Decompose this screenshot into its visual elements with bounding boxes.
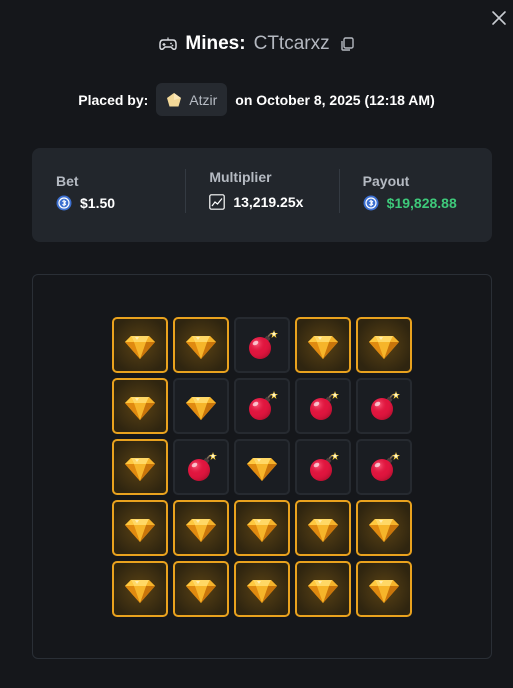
gem-icon [247,519,277,542]
tile-gem-selected [295,500,351,556]
tile-mine [295,378,351,434]
tile-mine [173,439,229,495]
tile-gem [234,439,290,495]
gem-icon [186,336,216,359]
mine-icon [310,391,339,420]
gem-icon [369,580,399,603]
tile-mine [234,378,290,434]
tile-gem-selected [173,317,229,373]
stat-payout: Payout $19,828.88 [338,169,492,221]
bet-stats-panel: Bet $1.50 Multiplier 13,219.25x Payout $… [32,148,492,242]
tile-gem-selected [356,561,412,617]
mines-board [32,274,492,659]
tile-gem-selected [112,378,168,434]
gamepad-icon [159,37,178,50]
close-icon[interactable] [491,10,507,26]
tile-gem-selected [112,561,168,617]
mine-icon [310,452,339,481]
multiplier-value: 13,219.25x [233,194,304,210]
gem-icon [247,580,277,603]
tile-gem-selected [173,561,229,617]
copy-icon[interactable] [340,37,354,51]
mines-grid [112,317,412,617]
mine-icon [249,330,278,359]
tile-gem-selected [295,317,351,373]
coin-icon [56,195,72,211]
user-chip[interactable]: Atzir [156,83,228,116]
tile-gem-selected [234,561,290,617]
tile-gem-selected [112,439,168,495]
gem-icon [186,519,216,542]
gem-icon [308,519,338,542]
modal-title: Mines: CTtcarxz [0,33,513,55]
mine-icon [249,391,278,420]
placed-by-row: Placed by: Atzir on October 8, 2025 (12:… [0,83,513,116]
pentagon-rank-icon [167,92,182,106]
gem-icon [186,397,216,420]
placed-date: on October 8, 2025 (12:18 AM) [235,91,435,108]
gem-icon [186,580,216,603]
bet-label: Bet [56,173,79,189]
tile-gem-selected [112,317,168,373]
tile-gem-selected [356,500,412,556]
bet-id: CTtcarxz [253,33,330,54]
mine-icon [188,452,217,481]
gem-icon [369,336,399,359]
gem-icon [247,458,277,481]
gem-icon [308,336,338,359]
tile-gem-selected [234,500,290,556]
payout-label: Payout [362,173,410,189]
game-name: Mines: [185,33,246,54]
tile-gem-selected [356,317,412,373]
gem-icon [125,458,155,481]
bet-value: $1.50 [80,195,116,211]
gem-icon [125,580,155,603]
gem-icon [369,519,399,542]
placed-by-label: Placed by: [78,91,149,108]
tile-gem-selected [173,500,229,556]
coin-icon [363,195,379,211]
stat-bet: Bet $1.50 [32,169,185,221]
gem-icon [125,336,155,359]
tile-gem-selected [295,561,351,617]
tile-mine [234,317,290,373]
tile-mine [295,439,351,495]
tile-mine [356,378,412,434]
mine-icon [371,452,400,481]
gem-icon [308,580,338,603]
tile-gem-selected [112,500,168,556]
tile-gem [173,378,229,434]
payout-value: $19,828.88 [386,195,457,211]
tile-mine [356,439,412,495]
multiplier-label: Multiplier [209,169,272,185]
chart-icon [209,194,226,210]
mine-icon [371,391,400,420]
gem-icon [125,397,155,420]
user-name: Atzir [189,91,218,108]
stat-multiplier: Multiplier 13,219.25x [185,169,338,221]
gem-icon [125,519,155,542]
